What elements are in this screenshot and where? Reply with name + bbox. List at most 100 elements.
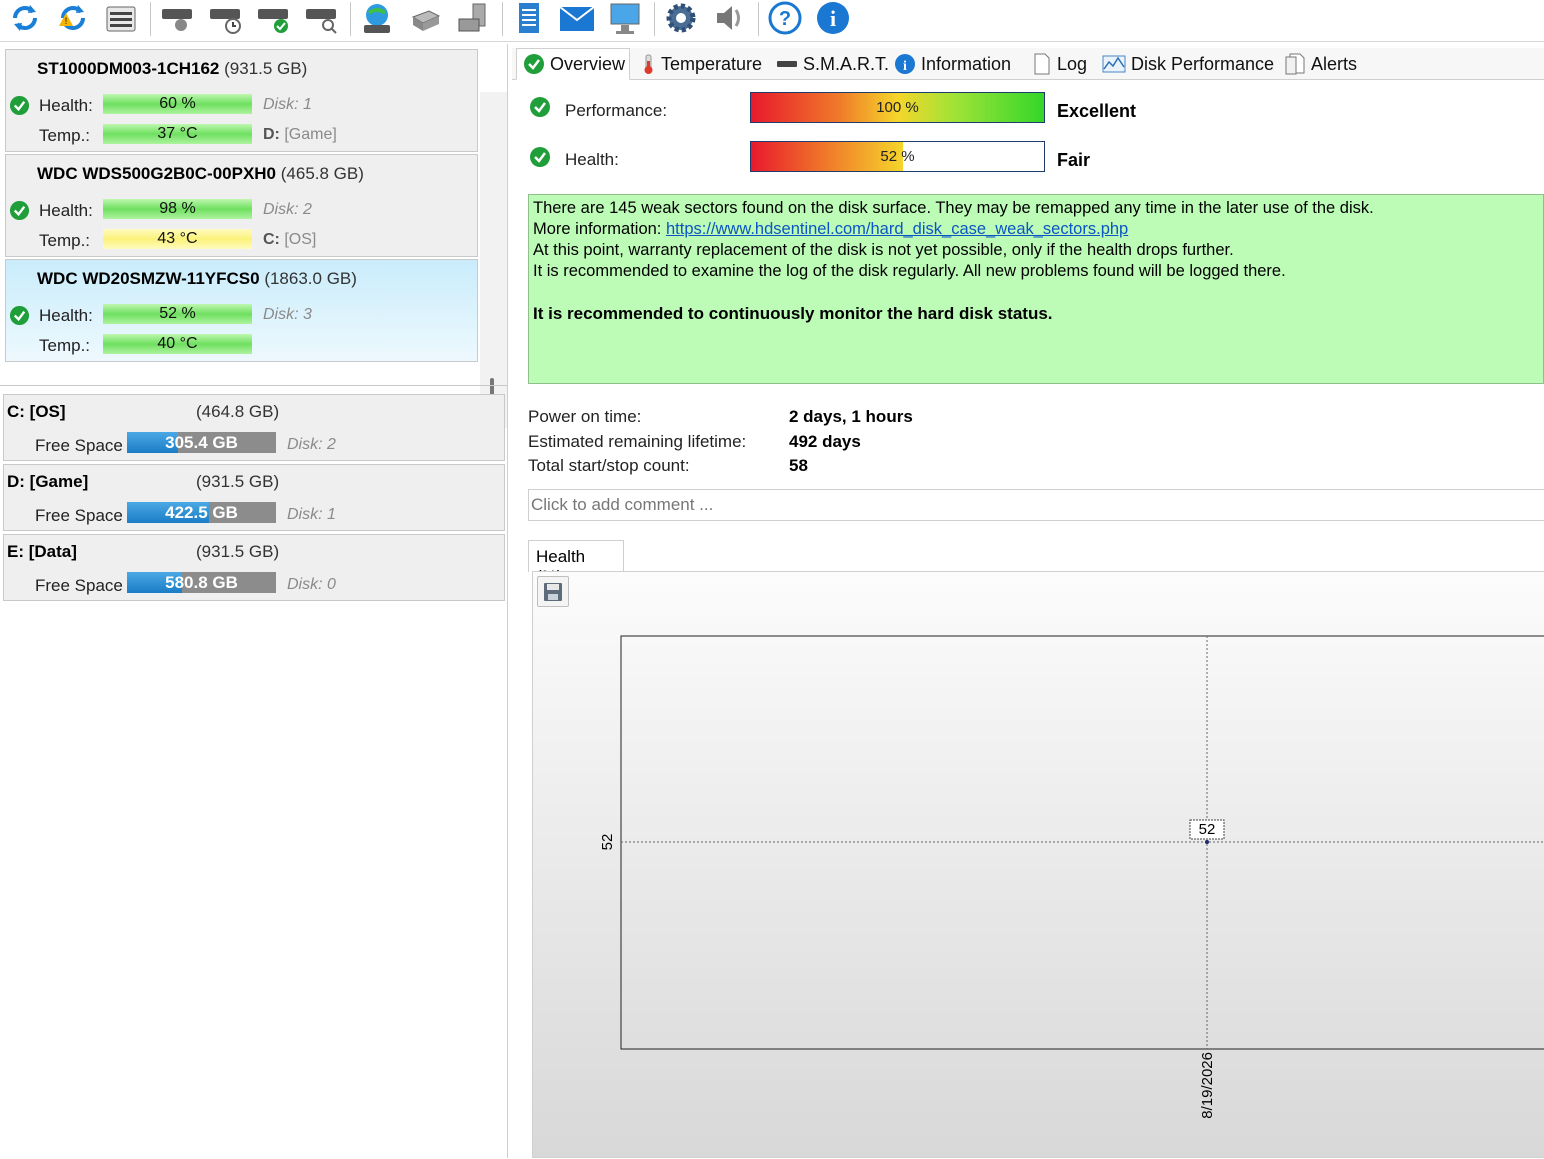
message-text: It is recommended to examine the log of …	[533, 262, 1286, 280]
free-space-bar: 422.5 GB	[127, 502, 276, 523]
disk-list-icon[interactable]	[102, 0, 140, 36]
y-tick-label: 52	[599, 834, 616, 851]
more-info-link[interactable]: https://www.hdsentinel.com/hard_disk_cas…	[666, 220, 1128, 238]
temp-bar: 40 °C	[103, 334, 252, 354]
temp-bar: 37 °C	[103, 124, 252, 144]
tab-disk-performance[interactable]: Disk Performance	[1096, 48, 1274, 80]
divider	[0, 385, 508, 386]
tab-bar: Overview Temperature S.M.A.R.T. i Inform…	[512, 48, 1544, 80]
volume-card[interactable]: D: [Game] (931.5 GB) Free Space 422.5 GB…	[3, 464, 505, 531]
network-icon[interactable]	[358, 0, 396, 36]
free-space-bar: 305.4 GB	[127, 432, 276, 453]
tab-smart[interactable]: S.M.A.R.T.	[770, 48, 889, 80]
check-icon	[9, 200, 30, 221]
tab-log[interactable]: Log	[1026, 48, 1087, 80]
disk-size: (465.8 GB)	[280, 164, 364, 183]
tab-temperature[interactable]: Temperature	[634, 48, 762, 80]
disk-model: ST1000DM003-1CH162	[37, 59, 220, 78]
alerts-document-icon	[1285, 53, 1305, 75]
free-space-bar: 580.8 GB	[127, 572, 276, 593]
disk-model: WDC WDS500G2B0C-00PXH0	[37, 164, 277, 183]
temp-label: Temp.:	[39, 336, 91, 355]
check-icon	[9, 305, 30, 326]
sound-icon[interactable]	[710, 0, 748, 36]
free-space-label: Free Space	[35, 506, 123, 525]
tab-overview[interactable]: Overview	[516, 48, 630, 80]
power-on-value: 2 days, 1 hours	[789, 407, 913, 426]
message-text: There are 145 weak sectors found on the …	[533, 199, 1374, 217]
disk-number: Disk: 2	[263, 201, 312, 218]
disk-card-selected[interactable]: WDC WD20SMZW-11YFCS0 (1863.0 GB) Health:…	[5, 259, 478, 362]
health-label: Health:	[565, 150, 619, 169]
disk-search-icon[interactable]	[302, 0, 340, 36]
health-value: 52 %	[880, 148, 915, 165]
info-icon: i	[895, 54, 915, 74]
disk-icon	[777, 61, 797, 67]
disk-check-icon[interactable]	[254, 0, 292, 36]
volume-size: (464.8 GB)	[196, 402, 280, 421]
drive-letters: C: [OS]	[263, 231, 316, 249]
tab-label: S.M.A.R.T.	[803, 53, 890, 74]
disk-number: Disk: 3	[263, 306, 312, 323]
health-chart: 52 52 8/19/2026	[599, 635, 1544, 1119]
health-rating: Fair	[1057, 150, 1091, 170]
health-bar: 52 %	[750, 141, 1045, 172]
email-icon[interactable]	[558, 0, 596, 36]
disk-card[interactable]: WDC WDS500G2B0C-00PXH0 (465.8 GB) Health…	[5, 154, 478, 257]
more-info-label: More information:	[533, 220, 666, 238]
performance-bar: 100 %	[750, 92, 1045, 123]
volume-disk: Disk: 0	[287, 576, 336, 593]
health-label: Health:	[39, 96, 93, 115]
disk-title: ST1000DM003-1CH162 (931.5 GB)	[37, 59, 307, 79]
check-icon	[9, 95, 30, 116]
about-info-icon[interactable]: i	[814, 0, 852, 36]
lifetime-value: 492 days	[789, 432, 861, 451]
svg-text:i: i	[903, 59, 907, 74]
performance-value: 100 %	[876, 99, 919, 116]
document-icon	[1034, 53, 1050, 75]
tab-alerts[interactable]: Alerts	[1278, 48, 1357, 80]
check-icon	[530, 147, 550, 167]
computer-icon[interactable]	[606, 0, 644, 36]
refresh-alert-icon[interactable]: !	[54, 0, 92, 36]
start-stop-value: 58	[789, 456, 808, 475]
volume-disk: Disk: 2	[287, 436, 336, 453]
disk-card[interactable]: ST1000DM003-1CH162 (931.5 GB) Health: 60…	[5, 49, 478, 152]
performance-chart-icon	[1102, 55, 1126, 73]
comment-field[interactable]: Click to add comment ...	[528, 489, 1544, 521]
performance-label: Performance:	[565, 101, 668, 120]
volume-name: C: [OS]	[7, 402, 66, 421]
start-stop-label: Total start/stop count:	[528, 456, 690, 475]
temp-label: Temp.:	[39, 126, 91, 145]
volume-name: E: [Data]	[7, 542, 77, 561]
left-panel: ST1000DM003-1CH162 (931.5 GB) Health: 60…	[0, 44, 508, 1158]
status-message: There are 145 weak sectors found on the …	[528, 194, 1544, 384]
svg-text:!: !	[65, 16, 68, 26]
disk-test-icon[interactable]	[158, 0, 196, 36]
volume-card[interactable]: C: [OS] (464.8 GB) Free Space 305.4 GB D…	[3, 394, 505, 461]
message-recommendation: It is recommended to continuously monito…	[533, 304, 1053, 323]
lifetime-label: Estimated remaining lifetime:	[528, 432, 747, 451]
right-panel: Overview Temperature S.M.A.R.T. i Inform…	[512, 44, 1544, 1158]
health-bar: 98 %	[103, 199, 252, 219]
drive-letter: C:	[263, 231, 280, 248]
server-drive-icon[interactable]	[454, 0, 492, 36]
help-icon[interactable]: ?	[766, 0, 804, 36]
refresh-icon[interactable]	[6, 0, 44, 36]
disk-number: Disk: 1	[263, 96, 312, 113]
disk-title: WDC WD20SMZW-11YFCS0 (1863.0 GB)	[37, 269, 357, 289]
settings-gear-icon[interactable]	[662, 0, 700, 36]
volume-card[interactable]: E: [Data] (931.5 GB) Free Space 580.8 GB…	[3, 534, 505, 601]
disk-schedule-icon[interactable]	[206, 0, 244, 36]
tab-health-graph[interactable]: Health (%)	[528, 540, 624, 586]
disk-list-scrollbar[interactable]	[480, 92, 507, 428]
usb-drive-icon[interactable]	[406, 0, 444, 36]
volume-size: (931.5 GB)	[196, 542, 280, 561]
free-space-value: 580.8 GB	[165, 573, 238, 592]
tab-information[interactable]: i Information	[888, 48, 1011, 80]
report-icon[interactable]	[510, 0, 548, 36]
disk-title: WDC WDS500G2B0C-00PXH0 (465.8 GB)	[37, 164, 364, 184]
health-graph-panel: 52 52 8/19/2026	[532, 571, 1544, 1158]
volume-name: D: [Game]	[7, 472, 89, 491]
drive-label: [OS]	[284, 231, 317, 248]
